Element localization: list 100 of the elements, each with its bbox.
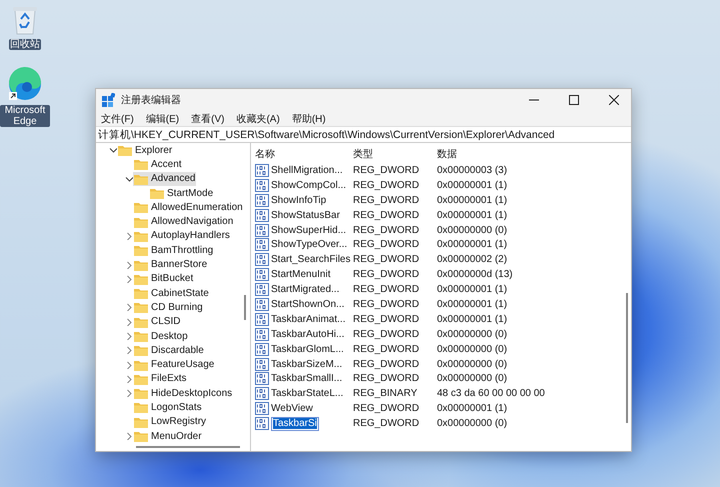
registry-value-icon bbox=[255, 208, 269, 222]
close-icon bbox=[609, 95, 619, 105]
chevron-down-icon[interactable] bbox=[108, 146, 116, 154]
chevron-right-icon[interactable] bbox=[124, 360, 132, 369]
window-title: 注册表编辑器 bbox=[121, 94, 182, 107]
chevron-right-icon[interactable] bbox=[124, 389, 132, 398]
tree-item[interactable]: Accent bbox=[151, 158, 182, 170]
value-name: ShowTypeOver... bbox=[271, 239, 348, 250]
value-data: 0x00000002 (2) bbox=[437, 254, 508, 266]
registry-value-icon bbox=[255, 178, 269, 192]
value-data: 0x00000001 (1) bbox=[437, 239, 508, 250]
registry-value-icon bbox=[255, 224, 269, 236]
chevron-right-icon[interactable] bbox=[124, 432, 132, 440]
registry-value-icon bbox=[255, 253, 269, 266]
tree-item[interactable]: FileExts bbox=[151, 373, 187, 384]
rename-field[interactable]: TaskbarSi bbox=[271, 416, 319, 431]
value-data: 0x00000001 (1) bbox=[437, 210, 508, 221]
registry-value-icon bbox=[255, 164, 269, 177]
registry-value-icon bbox=[255, 328, 269, 341]
tree-item[interactable]: AllowedNavigation bbox=[151, 216, 234, 228]
value-data: 0x00000001 (1) bbox=[437, 180, 508, 191]
value-name: StartShownOn... bbox=[271, 298, 344, 310]
column-header[interactable]: 类型 bbox=[353, 147, 437, 161]
value-data: 0x00000001 (1) bbox=[437, 194, 508, 206]
folder-icon bbox=[133, 329, 149, 343]
value-type: REG_DWORD bbox=[353, 314, 420, 325]
registry-value-icon bbox=[255, 268, 269, 282]
menu-item[interactable]: 查看(V) bbox=[190, 112, 226, 126]
tree-item[interactable]: Discardable bbox=[151, 344, 204, 356]
tree-item[interactable]: HideDesktopIcons bbox=[151, 388, 232, 399]
value-name: TaskbarAutoHi... bbox=[271, 328, 344, 340]
value-name: TaskbarSmallI... bbox=[271, 373, 342, 384]
value-type: REG_DWORD bbox=[353, 344, 420, 355]
tree-item[interactable]: LowRegistry bbox=[151, 416, 206, 428]
tree-item[interactable]: MenuOrder bbox=[151, 430, 202, 442]
swirl-logo-icon bbox=[7, 66, 43, 102]
tree-item[interactable]: CabinetState bbox=[151, 288, 209, 299]
tree-item[interactable]: Desktop bbox=[151, 330, 188, 342]
value-type: REG_DWORD bbox=[353, 358, 420, 370]
value-name: ShowSuperHid... bbox=[271, 224, 346, 236]
value-type: REG_DWORD bbox=[353, 269, 420, 280]
tree-item[interactable]: AllowedEnumeration bbox=[151, 202, 243, 213]
value-name: WebView bbox=[271, 403, 313, 414]
folder-icon bbox=[133, 343, 149, 358]
chevron-right-icon[interactable] bbox=[124, 303, 132, 312]
menu-item[interactable]: 帮助(H) bbox=[290, 112, 327, 126]
scrollbar-thumb[interactable] bbox=[626, 293, 628, 423]
value-data: 0x00000000 (0) bbox=[437, 358, 508, 370]
value-data: 0x00000000 (0) bbox=[437, 328, 508, 340]
tree-item[interactable]: CD Burning bbox=[151, 302, 203, 313]
chevron-right-icon[interactable] bbox=[124, 374, 132, 383]
registry-value-icon bbox=[255, 238, 269, 252]
value-type: REG_DWORD bbox=[353, 328, 420, 340]
value-name: TaskbarSizeM... bbox=[271, 358, 342, 370]
desktop-icon-label[interactable]: 回收站 bbox=[9, 39, 41, 50]
folder-icon bbox=[133, 157, 149, 172]
chevron-right-icon[interactable] bbox=[124, 260, 132, 269]
registry-value-icon bbox=[255, 402, 269, 416]
column-header[interactable]: 数据 bbox=[437, 147, 631, 161]
folder-icon bbox=[133, 243, 149, 258]
value-data: 0x00000000 (0) bbox=[437, 344, 508, 355]
tree-item[interactable]: StartMode bbox=[167, 188, 214, 199]
folder-icon bbox=[117, 143, 133, 158]
scrollbar-thumb[interactable] bbox=[244, 295, 246, 320]
value-name: StartMigrated... bbox=[271, 284, 340, 296]
tree-item[interactable]: BitBucket bbox=[151, 273, 194, 284]
chevron-right-icon[interactable] bbox=[124, 274, 132, 283]
value-name: Start_SearchFiles bbox=[271, 254, 350, 266]
chevron-down-icon[interactable] bbox=[124, 174, 132, 183]
chevron-right-icon[interactable] bbox=[124, 232, 132, 240]
value-type: REG_DWORD bbox=[353, 194, 420, 206]
tree-item[interactable]: LogonStats bbox=[151, 402, 202, 413]
value-type: REG_BINARY bbox=[353, 388, 418, 400]
chevron-right-icon[interactable] bbox=[124, 346, 132, 354]
tree-item[interactable]: BamThrottling bbox=[151, 244, 214, 256]
chevron-right-icon[interactable] bbox=[124, 318, 132, 326]
folder-icon bbox=[133, 386, 149, 400]
menu-item[interactable]: 收藏夹(A) bbox=[235, 112, 281, 126]
folder-icon bbox=[133, 400, 149, 414]
menu-item[interactable]: 文件(F) bbox=[100, 112, 135, 126]
tree-item[interactable]: BannerStore bbox=[151, 259, 208, 270]
registry-value-icon bbox=[255, 387, 269, 400]
address-bar[interactable]: 计算机\HKEY_CURRENT_USER\Software\Microsoft\Windows\CurrentVersion\Explorer\Advanced bbox=[96, 126, 631, 143]
value-data: 0x00000000 (0) bbox=[437, 224, 508, 236]
chevron-right-icon[interactable] bbox=[124, 332, 132, 340]
value-type: REG_DWORD bbox=[353, 284, 420, 296]
registry-value-icon bbox=[255, 372, 269, 386]
folder-icon bbox=[133, 286, 149, 300]
menu-item[interactable]: 编辑(E) bbox=[144, 112, 180, 126]
value-name: ShowInfoTip bbox=[271, 194, 326, 206]
registry-value-icon bbox=[255, 312, 269, 326]
desktop-icon-label[interactable]: Microsoft Edge bbox=[0, 105, 50, 127]
tree-item[interactable]: FeatureUsage bbox=[151, 359, 214, 370]
tree-item[interactable]: CLSID bbox=[151, 316, 180, 328]
tree-item[interactable]: AutoplayHandlers bbox=[151, 230, 230, 242]
tree-item[interactable]: Explorer bbox=[135, 144, 172, 156]
scrollbar-thumb[interactable] bbox=[136, 446, 240, 448]
column-header[interactable]: 名称 bbox=[255, 147, 353, 161]
value-type: REG_DWORD bbox=[353, 254, 420, 266]
value-name: TaskbarGlomL... bbox=[271, 344, 344, 355]
